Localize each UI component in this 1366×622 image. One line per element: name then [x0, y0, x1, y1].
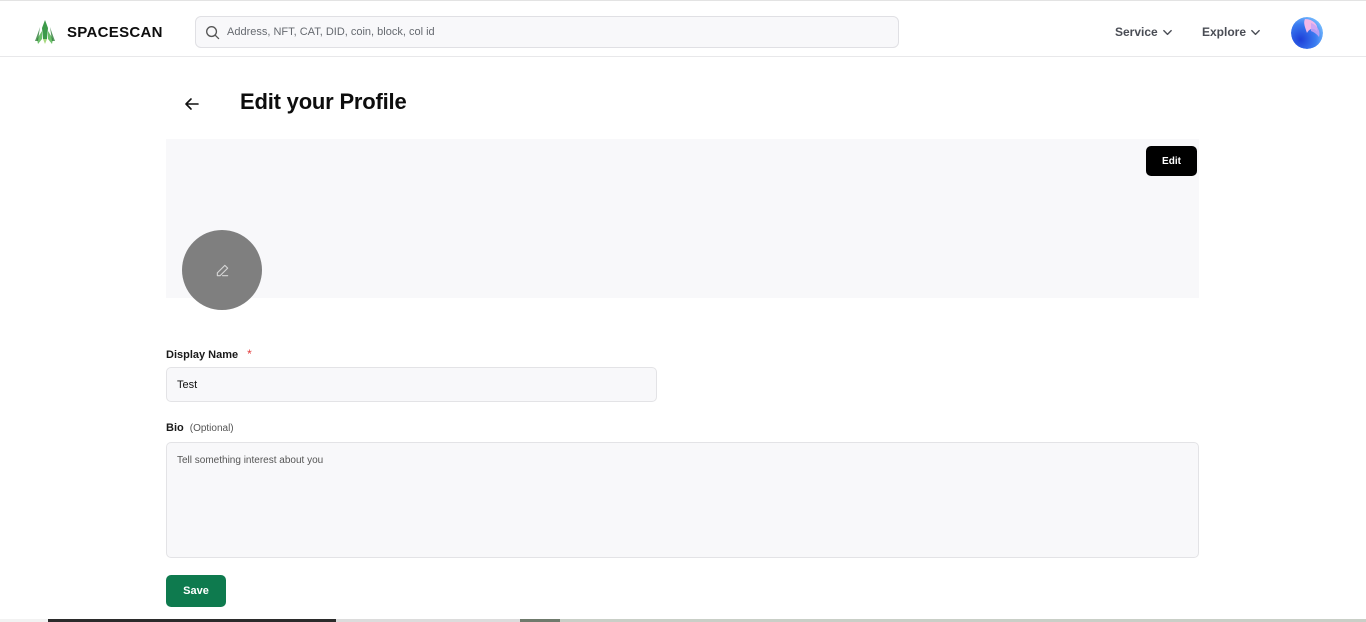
required-asterisk: * — [247, 347, 252, 361]
user-avatar[interactable] — [1291, 17, 1323, 49]
display-name-label: Display Name * — [166, 347, 252, 361]
spacescan-logo-icon — [35, 20, 55, 44]
search-bar[interactable] — [195, 16, 899, 48]
nav-service-menu[interactable]: Service — [1115, 25, 1173, 39]
pencil-edit-icon — [216, 264, 228, 276]
profile-picture-placeholder[interactable] — [182, 230, 262, 310]
edit-banner-button[interactable]: Edit — [1146, 146, 1197, 176]
bio-label-text: Bio — [166, 422, 184, 434]
back-button[interactable] — [176, 88, 208, 120]
display-name-label-text: Display Name — [166, 349, 239, 361]
bio-label: Bio (Optional) — [166, 422, 234, 434]
nav-explore-menu[interactable]: Explore — [1202, 25, 1261, 39]
top-navbar: SPACESCAN Service Explore — [0, 1, 1366, 57]
save-button[interactable]: Save — [166, 575, 226, 607]
avatar-image — [1291, 17, 1323, 49]
brand-name: SPACESCAN — [67, 23, 163, 41]
search-input[interactable] — [227, 26, 867, 38]
bio-optional-note: (Optional) — [189, 423, 234, 434]
brand-logo[interactable]: SPACESCAN — [32, 19, 163, 45]
chevron-down-icon — [1251, 29, 1260, 35]
chevron-down-icon — [1162, 29, 1172, 35]
bio-textarea[interactable] — [166, 442, 1199, 558]
page-title: Edit your Profile — [240, 89, 407, 114]
arrow-left-icon — [185, 98, 199, 110]
nav-service-label: Service — [1115, 25, 1158, 39]
search-icon — [206, 25, 220, 39]
profile-banner — [166, 139, 1199, 298]
display-name-input[interactable] — [166, 367, 657, 402]
nav-explore-label: Explore — [1202, 25, 1247, 39]
